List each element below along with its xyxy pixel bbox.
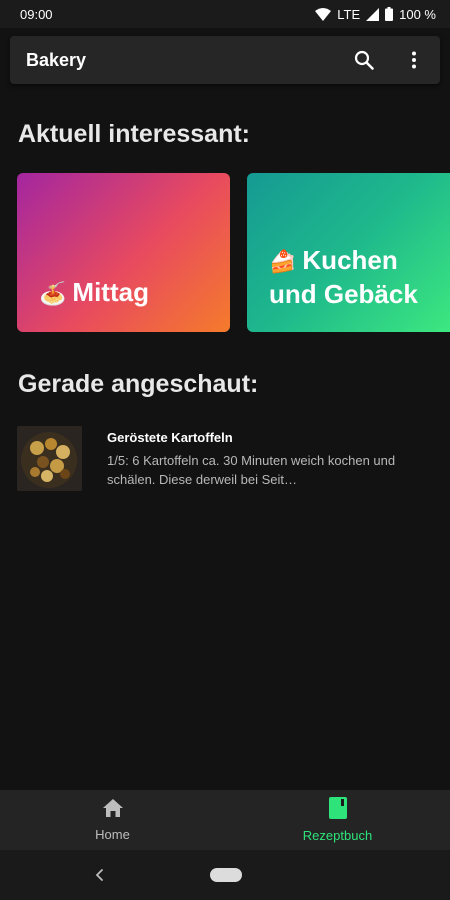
network-type: LTE: [337, 6, 361, 22]
recent-section-title: Gerade angeschaut:: [18, 370, 259, 398]
cake-icon: 🍰: [269, 249, 297, 274]
bottom-navigation: Home Rezeptbuch: [0, 790, 450, 850]
card-title: Mittag: [72, 277, 149, 307]
back-icon[interactable]: [90, 865, 110, 885]
card-label: 🍰 Kuchen und Gebäck: [269, 244, 450, 310]
category-card-kuchen[interactable]: 🍰 Kuchen und Gebäck: [247, 173, 450, 332]
category-card-mittag[interactable]: 🍝 Mittag: [17, 173, 230, 332]
battery-level: 100 %: [399, 6, 436, 22]
recent-recipe-item[interactable]: Geröstete Kartoffeln 1/5: 6 Kartoffeln c…: [17, 426, 437, 492]
recent-recipe-text: Geröstete Kartoffeln 1/5: 6 Kartoffeln c…: [107, 430, 407, 492]
signal-icon: [366, 7, 380, 21]
app-bar-actions: [350, 46, 428, 74]
battery-icon: [385, 7, 394, 21]
nav-item-rezeptbuch[interactable]: Rezeptbuch: [225, 790, 450, 850]
recipe-title: Geröstete Kartoffeln: [107, 430, 233, 445]
nav-item-home[interactable]: Home: [0, 790, 225, 850]
wifi-icon: [315, 7, 332, 21]
nav-label-rezeptbuch: Rezeptbuch: [302, 828, 373, 843]
book-icon: [328, 797, 347, 824]
featured-section-title: Aktuell interessant:: [18, 120, 251, 148]
card-label: 🍝 Mittag: [39, 276, 149, 310]
app-title: Bakery: [26, 49, 87, 70]
status-bar: 09:00 LTE 100 %: [0, 0, 450, 28]
home-gesture-pill[interactable]: [210, 868, 242, 882]
status-time: 09:00: [20, 6, 53, 22]
nav-label-home: Home: [95, 827, 130, 842]
search-icon[interactable]: [350, 46, 378, 74]
recipe-thumbnail: [17, 426, 82, 491]
app-bar: Bakery: [10, 36, 440, 84]
status-icons: LTE 100 %: [315, 7, 436, 22]
system-navigation-bar: [0, 850, 450, 900]
home-icon: [102, 798, 124, 823]
more-vert-icon[interactable]: [400, 46, 428, 74]
spaghetti-icon: 🍝: [39, 281, 67, 306]
recipe-description: 1/5: 6 Kartoffeln ca. 30 Minuten weich k…: [107, 453, 396, 487]
